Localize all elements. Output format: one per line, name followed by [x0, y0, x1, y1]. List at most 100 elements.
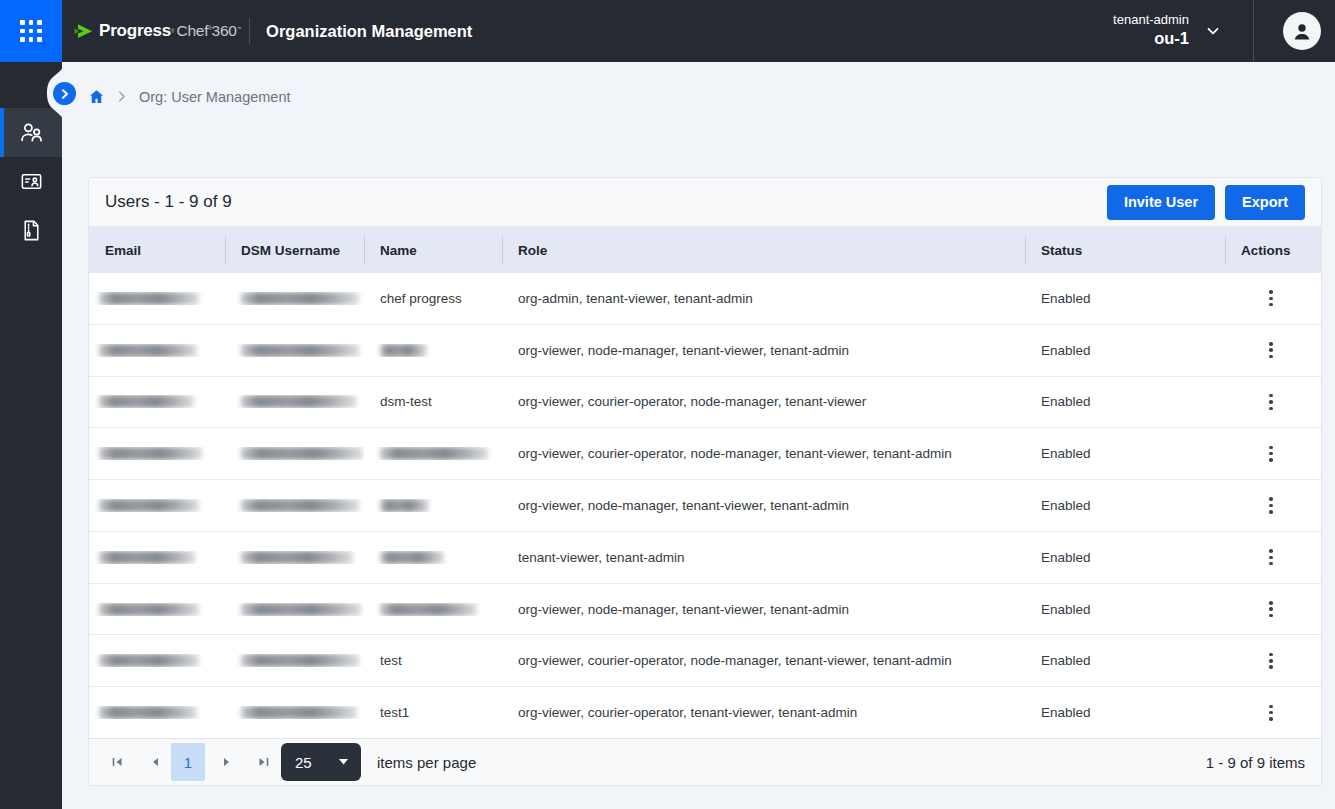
grid-icon: [20, 20, 42, 42]
cell-email: [89, 292, 225, 305]
breadcrumb-chevron-icon: [118, 91, 126, 102]
column-header-name: Name: [364, 227, 502, 273]
sidebar-expand-button[interactable]: [53, 82, 76, 105]
pager-first-icon: [111, 756, 124, 768]
home-icon[interactable]: [88, 88, 105, 105]
cell-role: org-viewer, courier-operator, node-manag…: [502, 394, 1025, 409]
cell-email: [89, 499, 225, 512]
cell-actions: [1225, 339, 1321, 361]
redacted-value: [241, 603, 361, 616]
cell-actions: [1225, 546, 1321, 568]
row-actions-menu-button[interactable]: [1262, 287, 1280, 309]
pager-last-button[interactable]: [251, 750, 275, 774]
redacted-value: [241, 344, 359, 357]
cell-name: [364, 603, 502, 616]
cell-status: Enabled: [1025, 653, 1225, 668]
table-row: org-viewer, node-manager, tenant-viewer,…: [89, 325, 1321, 377]
pager-page-1[interactable]: 1: [171, 743, 205, 781]
sidebar-item-audit[interactable]: [0, 206, 62, 255]
row-actions-menu-button[interactable]: [1262, 391, 1280, 413]
cell-role: org-viewer, courier-operator, node-manag…: [502, 653, 1025, 668]
cell-name: [364, 551, 502, 564]
cell-dsm: [225, 395, 364, 408]
cell-actions: [1225, 287, 1321, 309]
redacted-value: [99, 603, 199, 616]
cell-dsm: [225, 447, 364, 460]
brand-chef: Chef®360™: [176, 22, 241, 40]
pager-next-button[interactable]: [215, 750, 239, 774]
cell-actions: [1225, 598, 1321, 620]
cell-email: [89, 706, 225, 719]
breadcrumb: Org: User Management: [88, 88, 291, 105]
redacted-value: [241, 551, 353, 564]
pager-first-button[interactable]: [105, 750, 129, 774]
cell-role: org-viewer, courier-operator, node-manag…: [502, 446, 1025, 461]
cell-dsm: [225, 499, 364, 512]
cell-role: org-viewer, node-manager, tenant-viewer,…: [502, 343, 1025, 358]
cell-role: org-viewer, courier-operator, tenant-vie…: [502, 705, 1025, 720]
cell-dsm: [225, 706, 364, 719]
redacted-value: [99, 706, 197, 719]
column-header-role: Role: [502, 227, 1025, 273]
column-header-dsm-username: DSM Username: [225, 227, 364, 273]
table-row: org-viewer, courier-operator, node-manag…: [89, 428, 1321, 480]
progress-logo-icon: [72, 20, 95, 43]
cell-email: [89, 395, 225, 408]
row-actions-menu-button[interactable]: [1262, 598, 1280, 620]
sidebar-item-roles[interactable]: [0, 157, 62, 206]
person-icon: [1290, 19, 1314, 43]
row-actions-menu-button[interactable]: [1262, 443, 1280, 465]
cell-role: org-viewer, node-manager, tenant-viewer,…: [502, 602, 1025, 617]
pager-next-icon: [222, 756, 232, 768]
pager-prev-button[interactable]: [143, 750, 167, 774]
redacted-value: [241, 447, 363, 460]
cell-role: org-admin, tenant-viewer, tenant-admin: [502, 291, 1025, 306]
cell-actions: [1225, 495, 1321, 517]
user-avatar-button[interactable]: [1283, 12, 1321, 50]
row-actions-menu-button[interactable]: [1262, 650, 1280, 672]
redacted-value: [99, 654, 199, 667]
topbar-divider: [249, 18, 250, 44]
cell-status: Enabled: [1025, 498, 1225, 513]
brand-logo: Progress® Chef®360™: [72, 20, 241, 43]
redacted-value: [241, 395, 356, 408]
redacted-value: [380, 551, 444, 564]
cell-actions: [1225, 391, 1321, 413]
row-actions-menu-button[interactable]: [1262, 339, 1280, 361]
export-button[interactable]: Export: [1225, 185, 1305, 220]
cell-name: [364, 499, 502, 512]
app-launcher-button[interactable]: [0, 0, 62, 62]
page-size-value: 25: [295, 754, 312, 771]
page-title: Organization Management: [266, 22, 472, 41]
cell-dsm: [225, 603, 364, 616]
cell-name: chef progress: [364, 291, 502, 306]
cell-status: Enabled: [1025, 705, 1225, 720]
row-actions-menu-button[interactable]: [1262, 702, 1280, 724]
cell-actions: [1225, 443, 1321, 465]
cell-actions: [1225, 702, 1321, 724]
row-actions-menu-button[interactable]: [1262, 546, 1280, 568]
redacted-value: [241, 292, 359, 305]
redacted-value: [99, 551, 195, 564]
cell-dsm: [225, 292, 364, 305]
redacted-value: [99, 447, 202, 460]
invite-user-button[interactable]: Invite User: [1107, 185, 1215, 220]
cell-role: org-viewer, node-manager, tenant-viewer,…: [502, 498, 1025, 513]
cell-email: [89, 551, 225, 564]
table-row: testorg-viewer, courier-operator, node-m…: [89, 635, 1321, 687]
cell-status: Enabled: [1025, 343, 1225, 358]
chevron-down-icon: [1205, 23, 1221, 39]
users-card: Users - 1 - 9 of 9 Invite User Export Em…: [88, 177, 1322, 786]
table-row: org-viewer, node-manager, tenant-viewer,…: [89, 480, 1321, 532]
row-actions-menu-button[interactable]: [1262, 495, 1280, 517]
redacted-value: [99, 292, 199, 305]
card-title: Users - 1 - 9 of 9: [105, 192, 232, 212]
page-size-select[interactable]: 25: [281, 743, 361, 781]
sidebar: [0, 62, 62, 809]
table-body: chef progressorg-admin, tenant-viewer, t…: [89, 273, 1321, 738]
cell-status: Enabled: [1025, 291, 1225, 306]
table-header: EmailDSM UsernameNameRoleStatusActions: [89, 227, 1321, 273]
tenant-switcher[interactable]: tenant-admin ou-1: [1113, 15, 1221, 47]
cell-name: [364, 344, 502, 357]
items-per-page-label: items per page: [377, 754, 476, 771]
